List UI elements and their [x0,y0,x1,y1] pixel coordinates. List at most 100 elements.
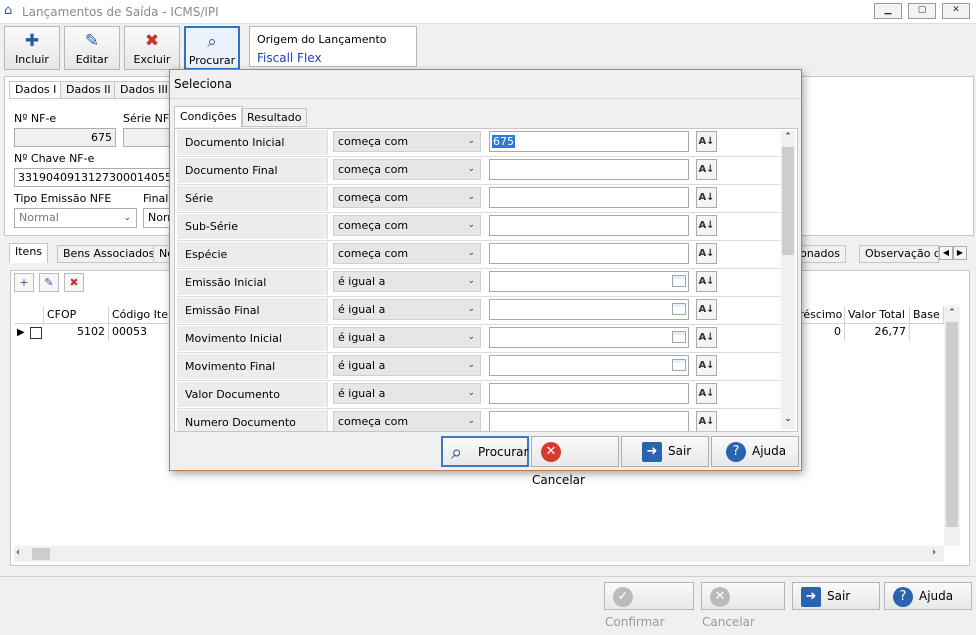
tab-observacao[interactable]: Observação d [859,245,939,263]
condition-operator-select[interactable]: começa com ⌄ [333,215,481,236]
sort-az-icon[interactable]: A↓ [696,299,717,320]
grid-header-codigo[interactable]: Código Iter [109,306,171,324]
condition-operator-select[interactable]: começa com ⌄ [333,187,481,208]
confirmar-button[interactable]: ✓ Confirmar [604,582,694,629]
grid-hscrollbar[interactable]: ‹ › [14,546,944,562]
dialog-cancelar-button[interactable]: ✕ Cancelar [531,436,619,487]
condition-value-input[interactable] [489,355,689,376]
condition-operator-select[interactable]: começa com ⌄ [333,243,481,264]
condition-value-input[interactable]: 675 [489,131,689,152]
sort-az-icon[interactable]: A↓ [696,383,717,404]
tab-scroll-left[interactable]: ◀ [939,246,953,260]
tab-itens[interactable]: Itens [9,243,49,263]
grid-cell-codigo[interactable]: 00053 [109,324,171,341]
ajuda-bottom-button[interactable]: ? Ajuda [884,582,972,610]
condition-operator-select[interactable]: é igual a ⌄ [333,299,481,320]
chevron-down-icon: ⌄ [467,136,475,146]
condition-operator-select[interactable]: começa com ⌄ [333,411,481,431]
calendar-icon[interactable] [672,359,686,371]
delete-item-icon[interactable]: ✖ [64,273,84,292]
nf-field[interactable]: 675 [14,128,116,147]
tab-condicoes[interactable]: Condições [174,106,243,127]
procurar-button[interactable]: ⌕ Procurar [184,26,240,70]
dialog-ajuda-button[interactable]: ? Ajuda [711,436,799,467]
condition-value-input[interactable] [489,215,689,236]
excluir-button[interactable]: ✖ Excluir [124,26,180,70]
minimize-button[interactable]: ▁ [874,3,902,19]
grid-header-valor-total[interactable]: Valor Total [845,306,910,324]
condition-value-input[interactable] [489,159,689,180]
grid-cell-cfop[interactable]: 5102 [44,324,109,341]
condition-operator-select[interactable]: é igual a ⌄ [333,355,481,376]
grid-vscrollbar[interactable]: ⌃ [944,306,960,546]
add-item-icon[interactable]: + [14,273,34,292]
scroll-right-icon[interactable]: › [932,547,936,558]
sair-bottom-button[interactable]: ➜ Sair [792,582,880,610]
edit-item-icon[interactable]: ✎ [39,273,59,292]
dialog-divider [170,98,801,99]
sort-az-icon[interactable]: A↓ [696,355,717,376]
cancelar-bottom-button[interactable]: ✕ Cancelar [701,582,785,629]
calendar-icon[interactable] [672,275,686,287]
sort-az-icon[interactable]: A↓ [696,271,717,292]
sort-az-icon[interactable]: A↓ [696,243,717,264]
scroll-up-icon[interactable]: ⌃ [946,308,958,320]
condition-value-input[interactable] [489,299,689,320]
conditions-vscroll-thumb[interactable] [782,147,794,255]
dialog-procurar-button[interactable]: ⌕ Procurar [441,436,529,467]
tab-scroll-right[interactable]: ▶ [953,246,967,260]
grid-header-base[interactable]: Base c [910,306,944,324]
condition-value-input[interactable] [489,271,689,292]
sort-az-icon[interactable]: A↓ [696,215,717,236]
calendar-icon[interactable] [672,303,686,315]
condition-field-label: Movimento Final [177,354,328,379]
calendar-icon[interactable] [672,331,686,343]
serie-field[interactable] [123,128,173,147]
dialog-title: Seleciona [174,77,232,91]
scroll-up-icon[interactable]: ⌃ [782,132,794,142]
sort-az-icon[interactable]: A↓ [696,327,717,348]
condition-value-input[interactable] [489,243,689,264]
editar-button[interactable]: ✎ Editar [64,26,120,70]
close-button[interactable]: ✕ [942,3,970,19]
help-icon: ? [726,441,746,462]
chevron-down-icon: ⌄ [467,304,475,314]
chave-field[interactable]: 33190409131273000140556700 [14,168,174,187]
condition-row: Documento Inicial começa com ⌄ 675 A↓ [177,129,782,157]
condition-operator-select[interactable]: começa com ⌄ [333,159,481,180]
condition-operator-select[interactable]: começa com ⌄ [333,131,481,152]
incluir-button[interactable]: ✚ Incluir [4,26,60,70]
tab-dados-iii[interactable]: Dados III [114,81,174,99]
condition-operator-select[interactable]: é igual a ⌄ [333,327,481,348]
grid-vscroll-thumb[interactable] [946,322,958,527]
condition-field-label: Movimento Inicial [177,326,328,351]
grid-cell-valor-total[interactable]: 26,77 [845,324,910,341]
scroll-down-icon[interactable]: ⌄ [782,414,794,424]
edit-icon: ✎ [84,31,100,51]
tab-dados-i[interactable]: Dados I [9,81,63,99]
sort-az-icon[interactable]: A↓ [696,131,717,152]
maximize-button[interactable]: ▢ [908,3,936,19]
grid-header-cfop[interactable]: CFOP [44,306,109,324]
condition-operator-value: começa com [338,191,409,204]
condition-value-input[interactable] [489,327,689,348]
row-checkbox[interactable] [30,327,42,339]
tipo-emissao-select[interactable]: Normal ⌄ [14,208,137,228]
tab-dados-ii[interactable]: Dados II [60,81,117,99]
condition-operator-select[interactable]: é igual a ⌄ [333,383,481,404]
finalidade-label: Finali [143,192,172,205]
sort-az-icon[interactable]: A↓ [696,159,717,180]
scroll-left-icon[interactable]: ‹ [16,547,20,558]
tab-bens-associados[interactable]: Bens Associados [57,245,161,263]
sort-az-icon[interactable]: A↓ [696,187,717,208]
tab-resultado[interactable]: Resultado [241,108,308,127]
grid-hscroll-thumb[interactable] [32,548,50,560]
dialog-sair-button[interactable]: ➜ Sair [621,436,709,467]
condition-value-input[interactable] [489,411,689,431]
condition-operator-select[interactable]: é igual a ⌄ [333,271,481,292]
sort-az-icon[interactable]: A↓ [696,411,717,431]
condition-value-input[interactable] [489,383,689,404]
condition-value-input[interactable] [489,187,689,208]
conditions-vscrollbar[interactable]: ⌃ ⌄ [781,131,795,429]
chevron-down-icon: ⌄ [467,248,475,258]
